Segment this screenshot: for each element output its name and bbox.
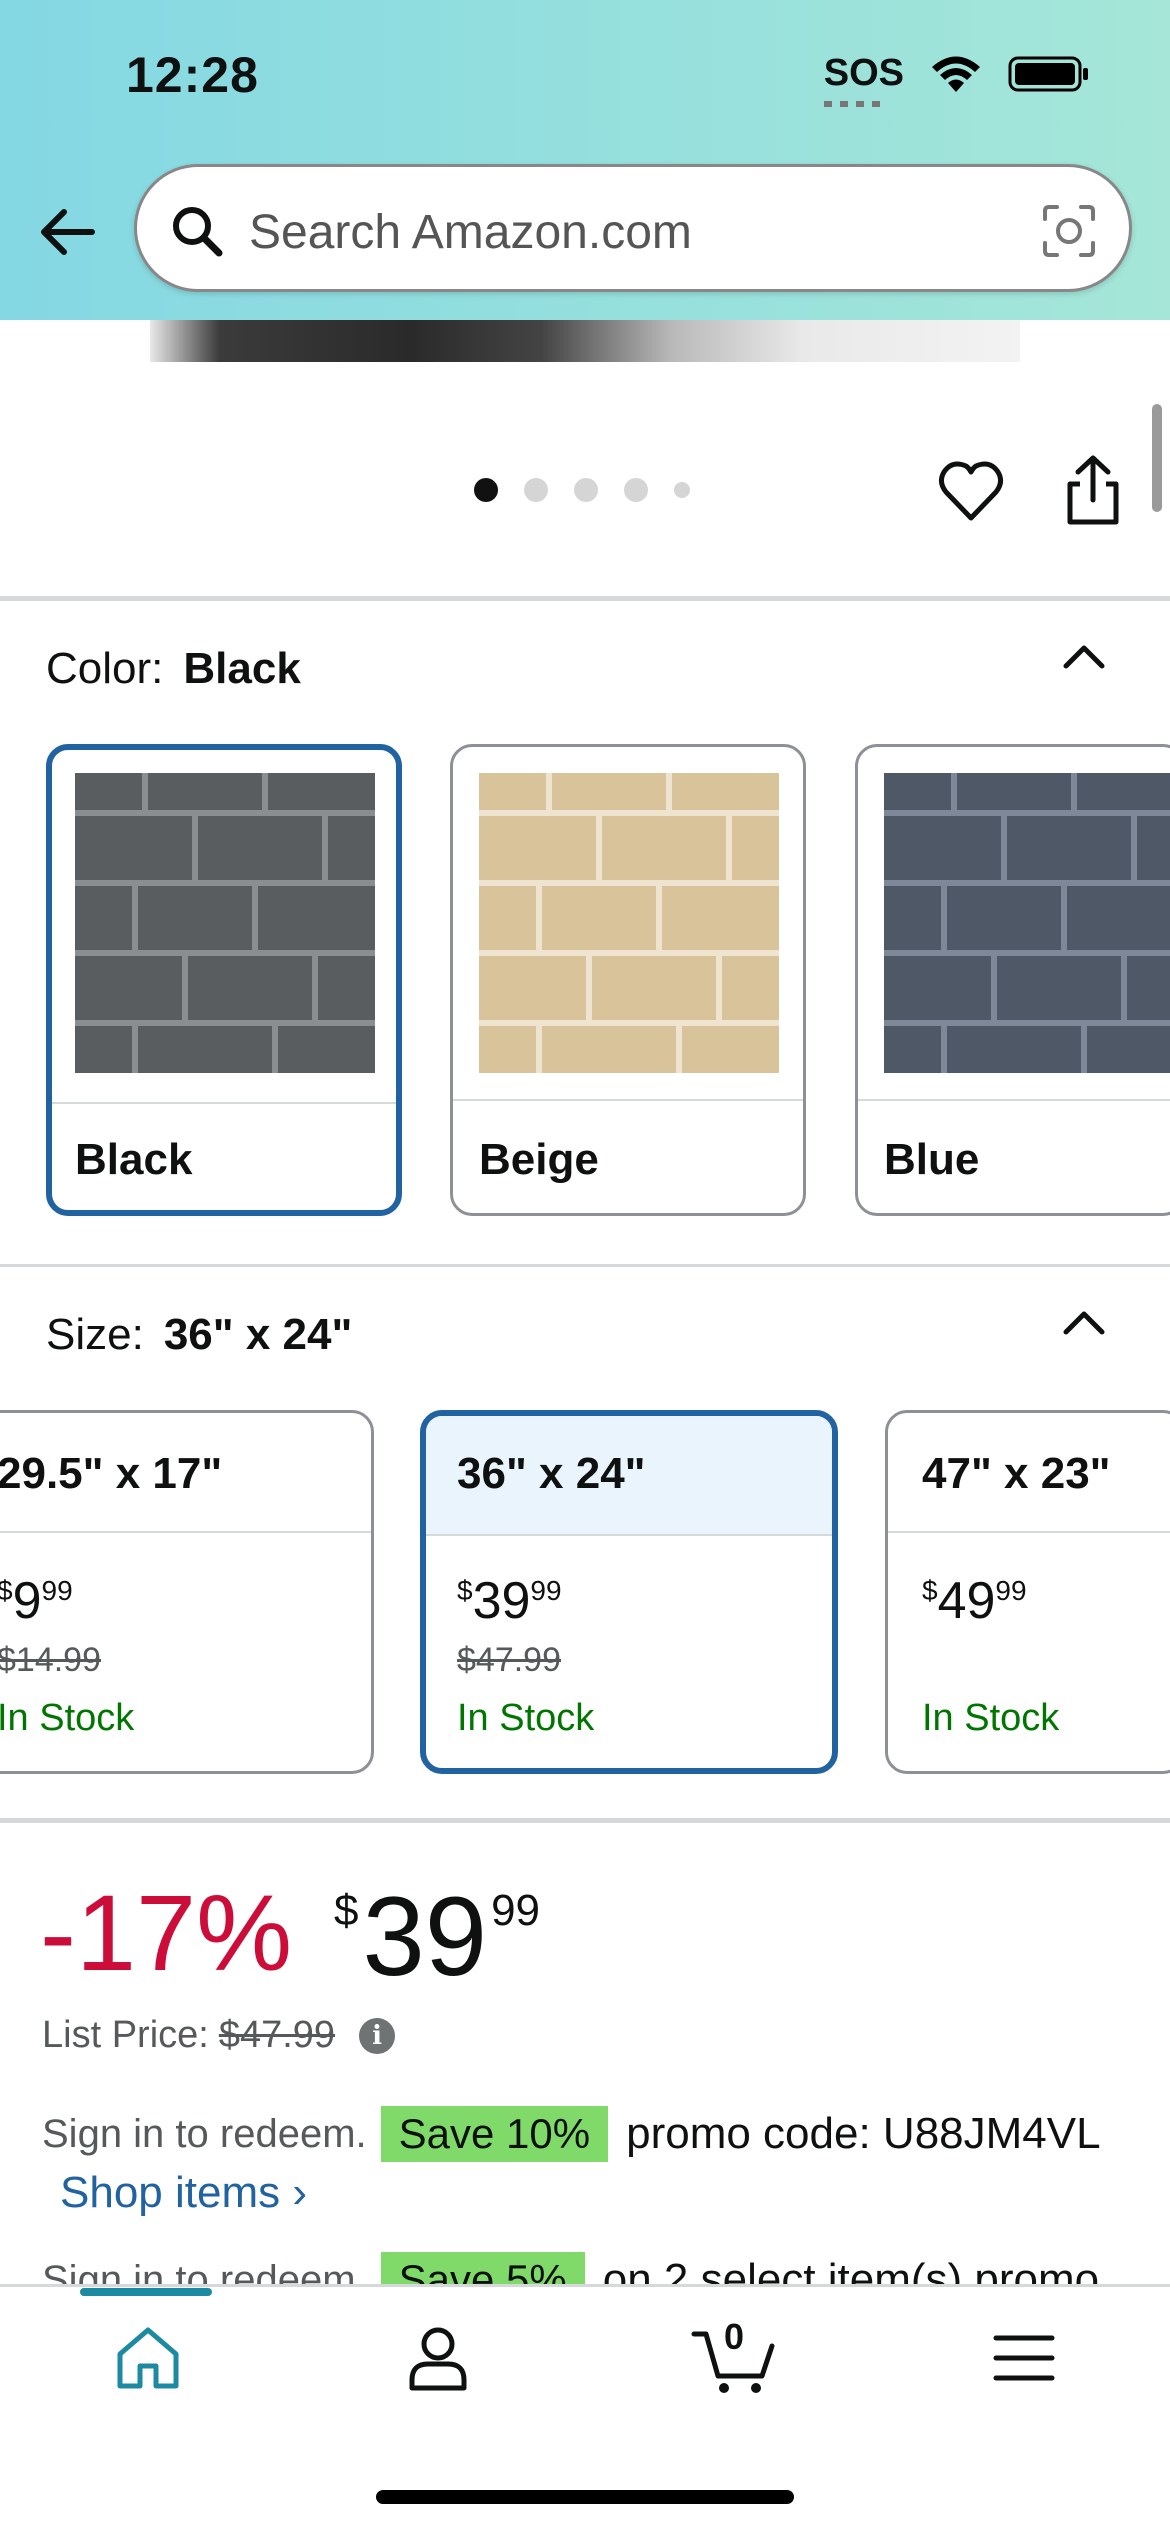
size-label: Size: 36" x 24" [46, 1310, 353, 1359]
chevron-up-icon[interactable] [1058, 636, 1110, 676]
battery-icon [1008, 56, 1088, 91]
promo-code-text: promo code: U88JM4VL [626, 2109, 1101, 2158]
size-option-label: 36" x 24" [457, 1449, 646, 1498]
status-time: 12:28 [126, 47, 259, 103]
search-icon [173, 207, 223, 257]
sos-indicator: SOS [823, 52, 904, 107]
section-divider [0, 1818, 1170, 1823]
promo-signin-text[interactable]: Sign in to redeem. [42, 2112, 367, 2157]
size-option-list-price: $14.99 [0, 1641, 101, 1679]
swatch-image [479, 773, 779, 1073]
size-option-price: $999 [0, 1572, 73, 1630]
size-option-label: 47" x 23" [922, 1449, 1111, 1498]
home-icon[interactable] [112, 2322, 184, 2394]
color-option-black[interactable]: Black [46, 744, 402, 1216]
swatch-image [75, 773, 375, 1073]
carousel-dot[interactable] [674, 482, 690, 498]
list-price-value: $47.99 [218, 2014, 336, 2056]
size-option-price: $3999 [457, 1572, 562, 1630]
promo-badge: Save 10% [380, 2106, 609, 2162]
selected-size: 36" x 24" [163, 1310, 353, 1359]
carousel-dot[interactable] [624, 478, 648, 502]
app-header: 12:28 SOS Search Amazon.com [0, 0, 1170, 320]
carousel-dot[interactable] [524, 478, 548, 502]
size-option-29-5x17[interactable]: 29.5" x 17" $999 $14.99 In Stock [0, 1410, 374, 1774]
color-label: Color: Black [46, 644, 301, 693]
list-price-row: List Price: $47.99 i [42, 2014, 396, 2057]
account-icon[interactable] [402, 2322, 474, 2394]
wifi-icon [932, 56, 980, 92]
color-option-beige[interactable]: Beige [450, 744, 806, 1216]
heart-icon[interactable] [936, 456, 1006, 526]
size-option-36x24[interactable]: 36" x 24" $3999 $47.99 In Stock [420, 1410, 838, 1774]
search-input[interactable]: Search Amazon.com [249, 205, 692, 260]
size-option-label: 29.5" x 17" [0, 1449, 223, 1498]
chevron-up-icon[interactable] [1058, 1302, 1110, 1342]
list-price-label: List Price: [42, 2014, 209, 2056]
discount-percent: -17% [40, 1872, 293, 1993]
swatch-image [884, 773, 1170, 1073]
size-option-price: $4999 [922, 1572, 1027, 1630]
back-arrow-icon[interactable] [36, 200, 100, 264]
selected-color: Black [183, 644, 301, 693]
color-option-blue[interactable]: Blue [855, 744, 1170, 1216]
carousel-dots [474, 478, 690, 502]
current-price: $3999 [334, 1874, 541, 1999]
section-divider [0, 1264, 1170, 1267]
cart-count-badge: 0 [724, 2316, 745, 2357]
search-bar[interactable]: Search Amazon.com [134, 164, 1132, 292]
home-indicator[interactable] [376, 2490, 794, 2504]
carousel-dot[interactable] [474, 478, 498, 502]
product-image[interactable] [150, 320, 1020, 362]
size-option-47x23[interactable]: 47" x 23" $4999 In Stock [885, 1410, 1170, 1774]
shop-items-link[interactable]: Shop items › [60, 2168, 307, 2218]
share-icon[interactable] [1058, 452, 1128, 528]
info-icon[interactable]: i [359, 2017, 396, 2054]
nav-active-indicator [80, 2288, 212, 2296]
color-option-label: Beige [479, 1135, 599, 1184]
status-icons: SOS [823, 52, 1090, 107]
size-option-stock: In Stock [922, 1697, 1060, 1739]
promo-row: Sign in to redeem. Save 10% promo code: … [42, 2106, 1101, 2162]
carousel-dot[interactable] [574, 478, 598, 502]
camera-lens-icon[interactable] [1039, 201, 1099, 261]
menu-icon[interactable] [988, 2322, 1060, 2394]
scrollbar[interactable] [1152, 404, 1162, 512]
section-divider [0, 596, 1170, 601]
size-option-stock: In Stock [457, 1697, 595, 1739]
color-option-label: Black [75, 1135, 193, 1184]
size-option-stock: In Stock [0, 1697, 135, 1739]
size-option-list-price: $47.99 [457, 1641, 561, 1679]
color-option-label: Blue [884, 1135, 980, 1184]
